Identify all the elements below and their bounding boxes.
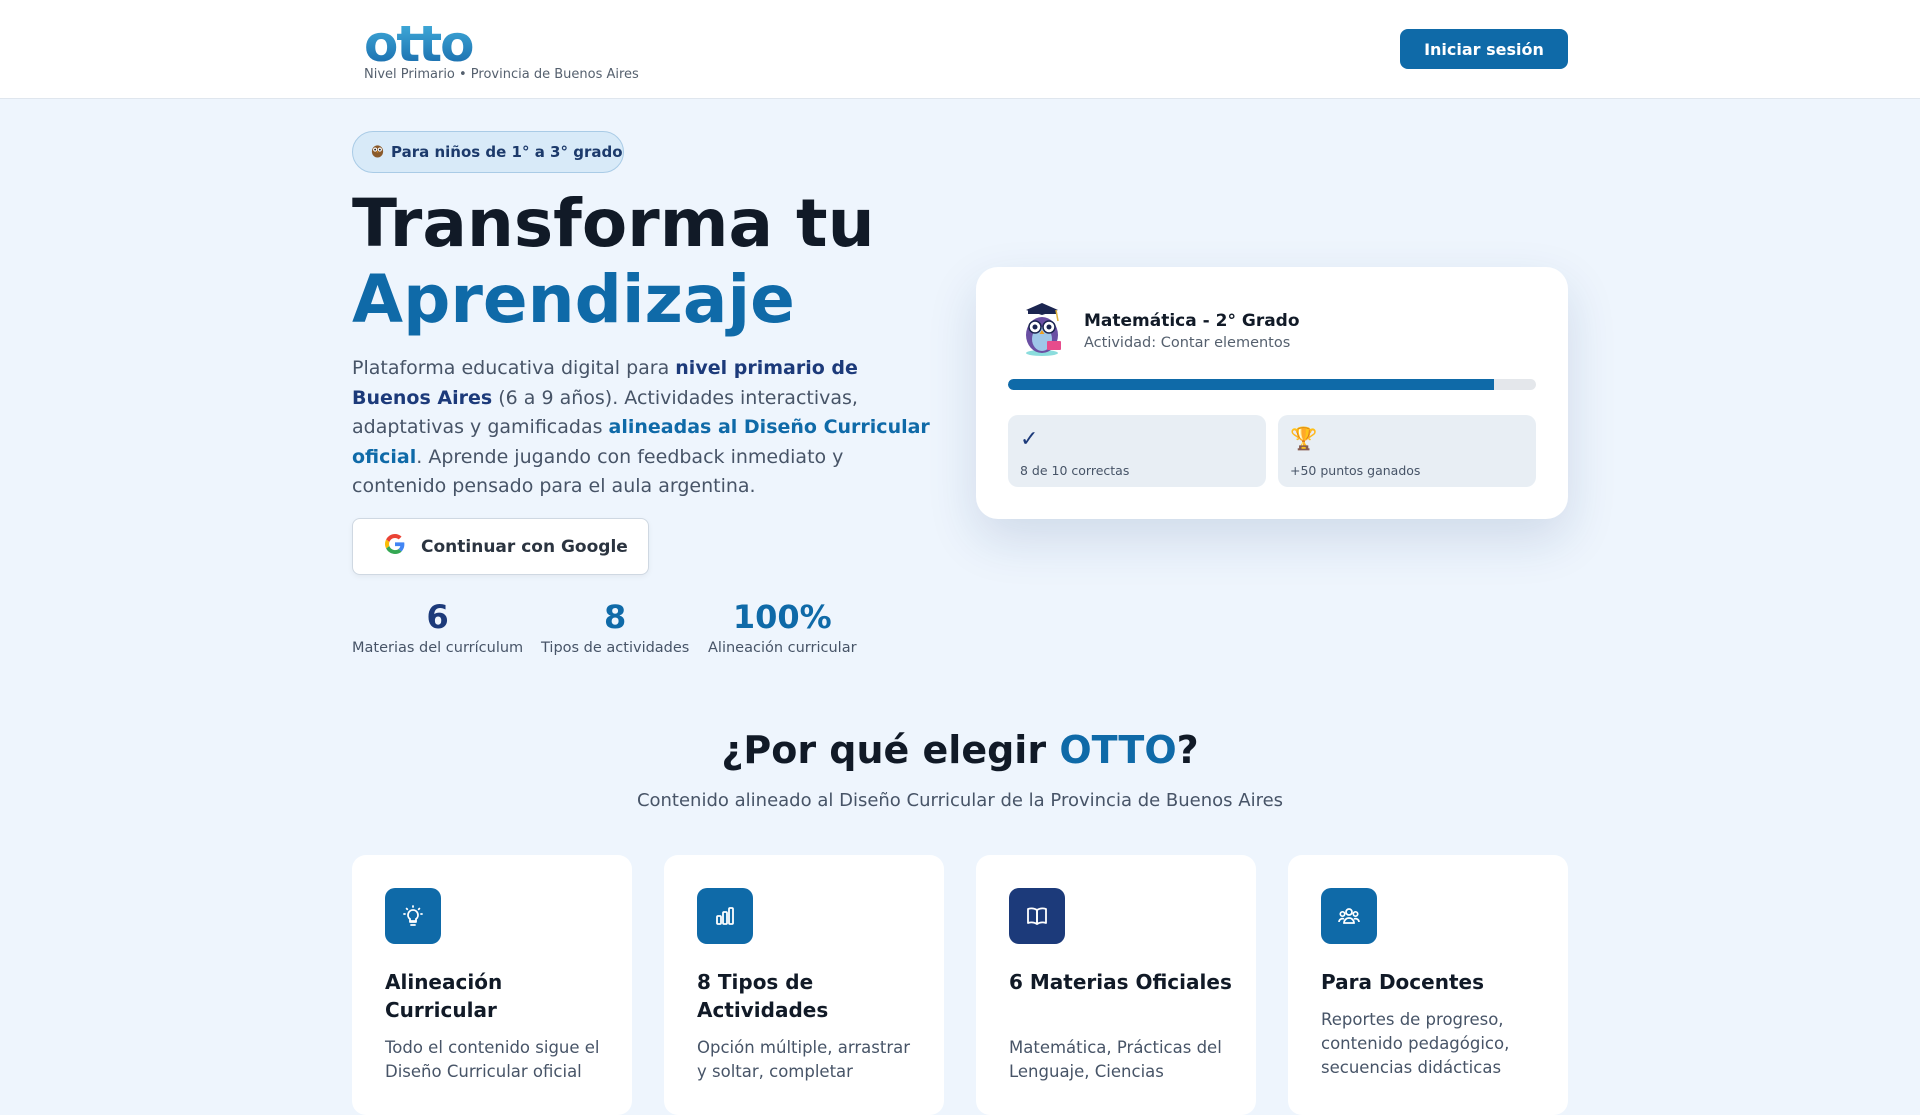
hero-desc-text-1: Plataforma educativa digital para — [352, 357, 676, 379]
feature-title: Para Docentes — [1321, 970, 1484, 994]
stat-subjects: 6 Materias del currículum — [352, 596, 523, 658]
stat-label: Tipos de actividades — [541, 640, 690, 656]
stat-value: 6 — [426, 598, 449, 636]
owl-icon — [370, 143, 385, 162]
feature-description: Reportes de progreso, contenido pedagógi… — [1321, 1010, 1510, 1077]
correct-answers-tile: ✓ 8 de 10 correctas — [1008, 415, 1266, 487]
stat-value: 100% — [732, 598, 832, 636]
points-earned-tile: 🏆 +50 puntos ganados — [1278, 415, 1536, 487]
activity-progress-fill — [1008, 379, 1494, 390]
why-section-subtitle: Contenido alineado al Diseño Curricular … — [636, 790, 1284, 811]
why-title-suffix: ? — [1176, 728, 1199, 772]
feature-card-curricular: Alineación Curricular Todo el contenido … — [352, 855, 632, 1115]
stat-activity-types: 8 Tipos de actividades — [541, 596, 689, 658]
feature-card-teachers: Para Docentes Reportes de progreso, cont… — [1288, 855, 1568, 1115]
hero-title: Transforma tu Aprendizaje — [352, 186, 875, 338]
stat-alignment: 100% Alineación curricular — [708, 596, 857, 658]
owl-mascot-icon — [1014, 301, 1070, 357]
trophy-icon: 🏆 — [1290, 427, 1318, 452]
bar-chart-icon — [697, 888, 753, 944]
activity-preview-card: Matemática - 2° Grado Actividad: Contar … — [976, 267, 1568, 519]
feature-title: Alineación Curricular — [385, 970, 503, 1022]
activity-card-title: Matemática - 2° Grado — [1084, 311, 1300, 331]
stat-value: 8 — [604, 598, 627, 636]
users-icon — [1321, 888, 1377, 944]
grade-badge: Para niños de 1° a 3° grado — [352, 131, 624, 173]
hero-description: Plataforma educativa digital para nivel … — [352, 354, 932, 502]
feature-description: Opción múltiple, arrastrar y soltar, com… — [697, 1038, 911, 1081]
login-button[interactable]: Iniciar sesión — [1400, 29, 1568, 69]
stat-label: Materias del currículum — [352, 640, 524, 656]
hero-title-line1: Transforma tu — [352, 185, 875, 262]
feature-card-activities: 8 Tipos de Actividades Opción múltiple, … — [664, 855, 944, 1115]
logo-subtitle: Nivel Primario • Provincia de Buenos Air… — [364, 67, 639, 82]
hero-desc-text-3: . Aprende jugando con feedback inmediato… — [352, 445, 844, 498]
why-section-title: ¿Por qué elegir OTTO? — [0, 728, 1920, 772]
feature-description: Matemática, Prácticas del Lenguaje, Cien… — [1009, 1038, 1222, 1081]
feature-card-subjects: 6 Materias Oficiales Matemática, Práctic… — [976, 855, 1256, 1115]
checkmark-icon: ✓ — [1020, 427, 1039, 452]
correct-answers-text: 8 de 10 correctas — [1020, 463, 1130, 478]
google-signin-label: Continuar con Google — [421, 536, 628, 557]
activity-card-subtitle: Actividad: Contar elementos — [1084, 335, 1291, 351]
activity-progress-bar — [1008, 379, 1536, 390]
hero-title-line2: Aprendizaje — [352, 261, 795, 338]
feature-title: 6 Materias Oficiales — [1009, 970, 1232, 994]
why-title-prefix: ¿Por qué elegir — [721, 728, 1060, 772]
grade-badge-label: Para niños de 1° a 3° grado — [391, 143, 623, 161]
lightbulb-icon — [385, 888, 441, 944]
google-signin-button[interactable]: Continuar con Google — [352, 518, 649, 575]
top-header: otto Nivel Primario • Provincia de Bueno… — [0, 0, 1920, 99]
why-title-brand: OTTO — [1059, 728, 1177, 772]
feature-title: 8 Tipos de Actividades — [697, 970, 829, 1022]
points-earned-text: +50 puntos ganados — [1290, 463, 1421, 478]
google-icon — [385, 534, 405, 559]
book-icon — [1009, 888, 1065, 944]
stat-label: Alineación curricular — [708, 640, 857, 656]
otto-logo[interactable]: otto — [364, 16, 475, 72]
feature-description: Todo el contenido sigue el Diseño Curric… — [385, 1038, 600, 1081]
